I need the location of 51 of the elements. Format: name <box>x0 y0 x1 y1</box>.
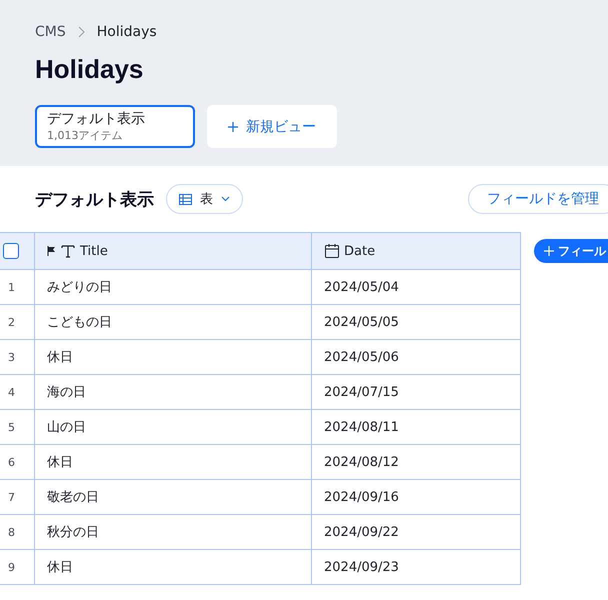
section-title: デフォルト表示 <box>35 188 154 210</box>
breadcrumb-item[interactable]: CMS <box>35 24 66 40</box>
table-cell: 敬老の日 <box>35 480 312 515</box>
layout-dropdown[interactable]: 表 <box>166 184 243 214</box>
view-card[interactable]: デフォルト表示 1,013アイテム <box>35 105 195 148</box>
manage-fields-button[interactable]: フィールドを管理 <box>468 184 608 214</box>
table-cell: 2024/05/06 <box>312 340 521 375</box>
row-number: 1 <box>0 270 35 305</box>
table-cell: 2024/09/22 <box>312 515 521 550</box>
row-number: 7 <box>0 480 35 515</box>
table-cell: 山の日 <box>35 410 312 445</box>
flag-icon <box>47 246 56 256</box>
row-number: 4 <box>0 375 35 410</box>
table-cell: 2024/08/12 <box>312 445 521 480</box>
row-number: 9 <box>0 550 35 585</box>
table-cell: 休日 <box>35 445 312 480</box>
column-header-cell[interactable]: Title <box>35 232 312 270</box>
table-cell: 2024/05/05 <box>312 305 521 340</box>
row-number: 3 <box>0 340 35 375</box>
chevron-down-icon <box>221 196 230 202</box>
chevron-right-icon <box>78 26 85 38</box>
table-cell: 秋分の日 <box>35 515 312 550</box>
plus-icon <box>228 122 238 132</box>
table-cell: 休日 <box>35 550 312 585</box>
table-cell: 2024/09/23 <box>312 550 521 585</box>
plus-icon <box>544 246 554 256</box>
table-cell: 2024/09/16 <box>312 480 521 515</box>
select-all-checkbox[interactable] <box>3 243 19 259</box>
table-cell: 2024/07/15 <box>312 375 521 410</box>
table-cell: 2024/08/11 <box>312 410 521 445</box>
add-field-button[interactable]: フィール <box>534 239 608 263</box>
table-cell: 海の日 <box>35 375 312 410</box>
table-cell: 2024/05/04 <box>312 270 521 305</box>
column-header-cell[interactable]: Date <box>312 232 521 270</box>
calendar-icon <box>324 243 340 259</box>
page-title: Holidays <box>35 54 144 85</box>
breadcrumb-item: Holidays <box>96 24 157 40</box>
row-number: 6 <box>0 445 35 480</box>
view-name: デフォルト表示 <box>47 110 146 128</box>
table-cell: みどりの日 <box>35 270 312 305</box>
table-icon <box>179 194 192 204</box>
table-cell: 休日 <box>35 340 312 375</box>
item-count: 1,013アイテム <box>47 128 124 143</box>
new-view-button[interactable]: 新規ビュー <box>207 105 337 148</box>
row-number: 2 <box>0 305 35 340</box>
row-number: 8 <box>0 515 35 550</box>
column-header[interactable]: Title <box>80 244 108 258</box>
row-number: 5 <box>0 410 35 445</box>
table-cell: こどもの日 <box>35 305 312 340</box>
column-header[interactable]: Date <box>344 244 376 258</box>
text-type-icon <box>60 243 76 259</box>
